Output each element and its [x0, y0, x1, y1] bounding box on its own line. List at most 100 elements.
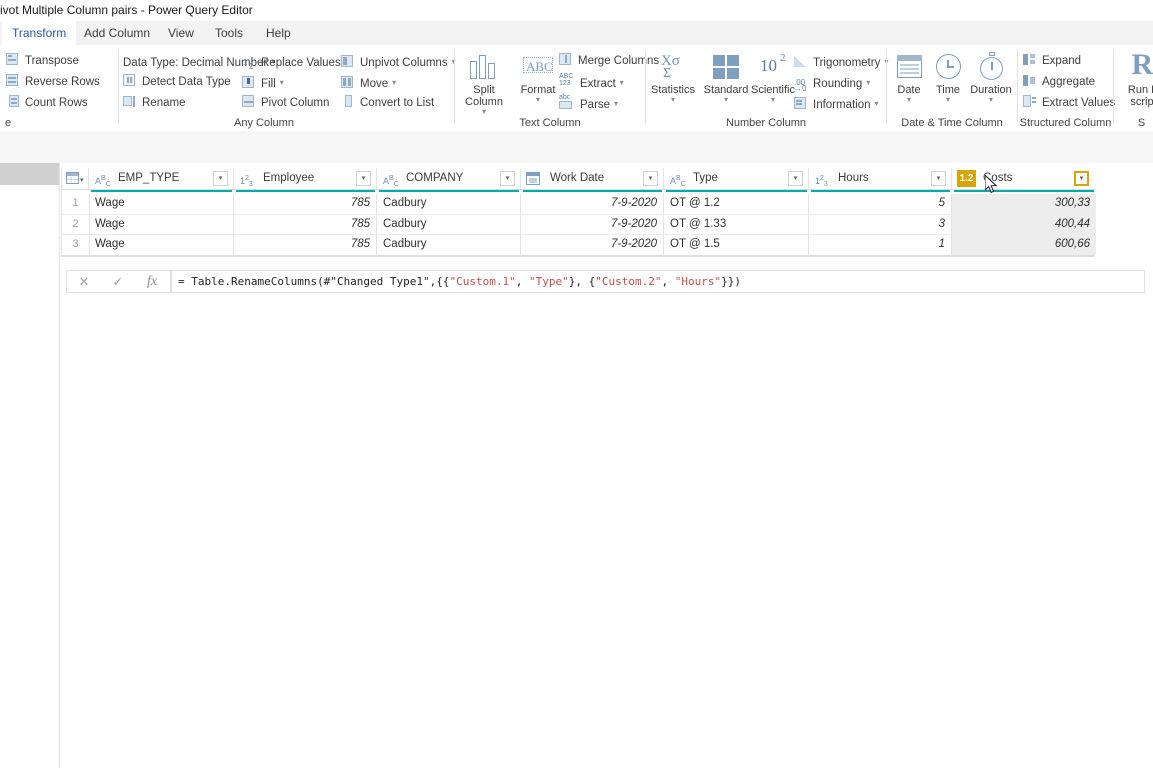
formula-fx-button[interactable]: fx — [135, 271, 169, 292]
chevron-down-icon: ▾ — [614, 99, 619, 108]
tab-help[interactable]: Help — [256, 21, 301, 45]
ribbon-duration-button[interactable]: Duration ▾ — [961, 49, 1021, 104]
cell-type[interactable]: OT @ 1.2 — [664, 194, 809, 214]
grid-header-work-date[interactable]: Work Date ▾ — [521, 168, 664, 189]
ribbon-aggregate-button[interactable]: Aggregate — [1023, 74, 1095, 91]
grid-header-costs[interactable]: 1.2 Costs ▾ — [952, 168, 1096, 189]
ribbon-extract-button[interactable]: ABC 123 Extract ▾ — [559, 73, 624, 91]
grid-header-type[interactable]: ABC Type ▾ — [664, 168, 809, 189]
ribbon-move-button[interactable]: Move ▾ — [341, 74, 396, 91]
select-all-icon — [66, 172, 79, 184]
ribbon-detect-data-type-button[interactable]: Detect Data Type — [123, 74, 231, 91]
data-grid: ▾ ABC EMP_TYPE ▾ 123 Employee ▾ ABC COMP… — [61, 168, 1096, 257]
ribbon-run-r-script-button[interactable]: R Run R script — [1116, 48, 1153, 109]
ribbon-fill-button[interactable]: Fill ▾ — [242, 74, 284, 91]
cell-type[interactable]: OT @ 1.5 — [664, 235, 809, 255]
cell-emp-type[interactable]: Wage — [89, 194, 234, 214]
aggregate-icon — [1023, 74, 1038, 88]
ribbon-format-button[interactable]: ABC Format ▾ — [511, 49, 565, 104]
chevron-down-icon: ▾ — [535, 95, 540, 104]
grid-header-label: COMPANY — [406, 172, 464, 184]
cell-employee[interactable]: 785 — [234, 194, 377, 214]
formula-cancel-button[interactable]: ✕ — [67, 271, 101, 292]
ribbon-parse-button[interactable]: abc Parse ▾ — [559, 94, 619, 112]
queries-pane — [0, 163, 60, 768]
ribbon-reverse-rows-button[interactable]: Reverse Rows — [6, 74, 100, 91]
cell-company[interactable]: Cadbury — [377, 194, 521, 214]
ribbon-standard-button[interactable]: Standard ▾ — [699, 49, 753, 104]
cell-costs[interactable]: 600,66 — [952, 235, 1096, 255]
cell-employee[interactable]: 785 — [234, 214, 377, 234]
chevron-down-icon: ▾ — [80, 177, 84, 184]
grid-header-employee[interactable]: 123 Employee ▾ — [234, 168, 377, 189]
formula-bar-area: ‹ ✕ ✓ fx = Table.RenameColumns(#"Changed… — [0, 131, 1153, 293]
extract-values-icon — [1023, 95, 1038, 109]
ribbon-statistics-button[interactable]: Xσ Σ Statistics ▾ — [646, 49, 700, 104]
ribbon-information-button[interactable]: Information ▾ — [794, 95, 879, 112]
grid-header-hours[interactable]: 123 Hours ▾ — [809, 168, 952, 189]
ribbon-pivot-column-button[interactable]: Pivot Column — [242, 95, 329, 112]
ribbon-unpivot-columns-button[interactable]: Unpivot Columns▾ — [341, 53, 456, 70]
detect-data-type-icon — [123, 74, 138, 88]
cell-type[interactable]: OT @ 1.33 — [664, 214, 809, 234]
ribbon-split-column-button[interactable]: Split Column ▾ — [457, 49, 511, 116]
grid-header-filter-work-date[interactable]: ▾ — [643, 171, 658, 186]
formula-mid-1: , — [515, 275, 530, 288]
grid-header-filter-hours[interactable]: ▾ — [931, 171, 946, 186]
table-row[interactable]: 2 Wage 785 Cadbury 7-9-2020 OT @ 1.33 3 … — [62, 214, 1096, 235]
quality-bar-costs — [954, 190, 1094, 192]
tab-add-column[interactable]: Add Column — [74, 21, 160, 45]
ribbon-extract-values-button[interactable]: Extract Values — [1023, 95, 1115, 112]
ribbon-group-datetime-column: Date ▾ Time ▾ Duration ▾ Date & Time Col… — [887, 45, 1017, 131]
format-icon: ABC — [522, 51, 554, 83]
r-script-icon: R — [1131, 48, 1153, 81]
ribbon-rename-button[interactable]: Rename — [123, 95, 185, 112]
table-row[interactable]: 3 Wage 785 Cadbury 7-9-2020 OT @ 1.5 1 6… — [62, 235, 1096, 256]
table-row[interactable]: 1 Wage 785 Cadbury 7-9-2020 OT @ 1.2 5 3… — [62, 194, 1096, 215]
grid-header-filter-company[interactable]: ▾ — [500, 171, 515, 186]
grid-header-filter-emp-type[interactable]: ▾ — [213, 171, 228, 186]
grid-header-emp-type[interactable]: ABC EMP_TYPE ▾ — [89, 168, 234, 189]
grid-header-filter-type[interactable]: ▾ — [788, 171, 803, 186]
chevron-down-icon: ▾ — [279, 78, 284, 87]
text-type-icon: ABC — [95, 175, 111, 188]
time-icon — [932, 51, 964, 83]
cell-work-date[interactable]: 7-9-2020 — [521, 214, 664, 234]
tab-view[interactable]: View — [158, 21, 204, 45]
ribbon-expand-button[interactable]: Expand — [1023, 53, 1081, 70]
quality-bar-emp-type — [91, 190, 232, 192]
cell-company[interactable]: Cadbury — [377, 214, 521, 234]
ribbon-replace-values-button[interactable]: 1 2 Replace Values▾ — [242, 53, 349, 71]
ribbon: Transpose Reverse Rows Count Rows e Data… — [0, 45, 1153, 132]
cell-work-date[interactable]: 7-9-2020 — [521, 194, 664, 214]
tab-transform[interactable]: Transform — [2, 21, 77, 46]
ribbon-rounding-button[interactable]: .00 →0 Rounding ▾ — [794, 74, 870, 93]
grid-select-all-cell[interactable]: ▾ — [62, 168, 89, 189]
cell-hours[interactable]: 1 — [809, 235, 952, 255]
ribbon-group-label-scripts: S — [1137, 117, 1146, 129]
formula-accept-button[interactable]: ✓ — [101, 271, 135, 292]
grid-header-filter-costs[interactable]: ▾ — [1074, 171, 1089, 186]
cell-hours[interactable]: 3 — [809, 214, 952, 234]
formula-input[interactable]: = Table.RenameColumns(#"Changed Type1",{… — [171, 270, 1145, 293]
tab-tools[interactable]: Tools — [205, 21, 253, 45]
cell-emp-type[interactable]: Wage — [89, 235, 234, 255]
cell-hours[interactable]: 5 — [809, 194, 952, 214]
ribbon-transpose-button[interactable]: Transpose — [6, 53, 79, 70]
cell-emp-type[interactable]: Wage — [89, 214, 234, 234]
queries-pane-selected-item[interactable] — [0, 163, 59, 185]
number-type-icon: 123 — [240, 175, 253, 188]
grid-header-company[interactable]: ABC COMPANY ▾ — [377, 168, 521, 189]
ribbon-convert-to-list-button[interactable]: Convert to List — [341, 95, 434, 112]
cell-costs[interactable]: 300,33 — [952, 194, 1096, 214]
cell-employee[interactable]: 785 — [234, 235, 377, 255]
ribbon-count-rows-button[interactable]: Count Rows — [6, 95, 88, 112]
ribbon-trigonometry-button[interactable]: Trigonometry▾ — [794, 53, 888, 70]
chevron-down-icon: ▾ — [481, 107, 486, 116]
cell-company[interactable]: Cadbury — [377, 235, 521, 255]
ribbon-scientific-button[interactable]: 10 2 Scientific ▾ — [746, 49, 800, 104]
cell-costs[interactable]: 400,44 — [952, 214, 1096, 234]
cell-work-date[interactable]: 7-9-2020 — [521, 235, 664, 255]
grid-header-filter-employee[interactable]: ▾ — [356, 171, 371, 186]
ribbon-group-label-datetime-column: Date & Time Column — [901, 117, 1003, 129]
